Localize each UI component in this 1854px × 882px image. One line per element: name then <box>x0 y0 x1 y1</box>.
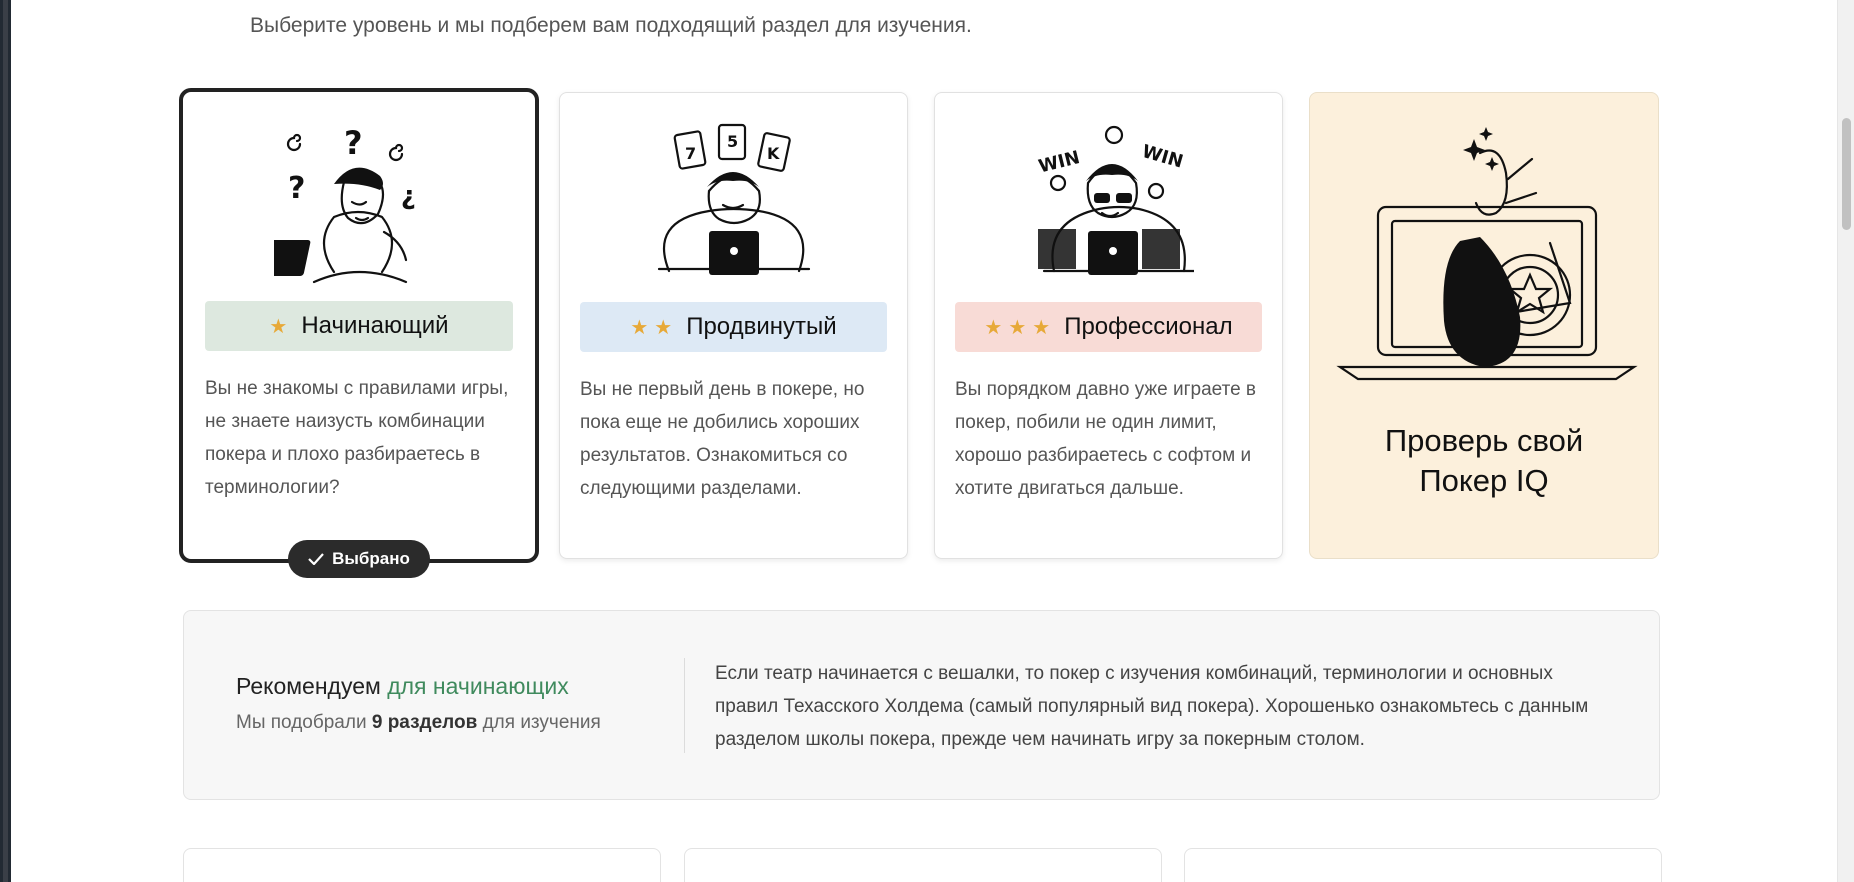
poker-iq-illustration <box>1336 127 1638 381</box>
star-icon: ★ <box>269 315 294 338</box>
level-description: Вы не знакомы с правилами игры, не знает… <box>205 378 509 498</box>
svg-text:K: K <box>767 144 780 163</box>
recommendation-sub-suffix: для изучения <box>482 712 601 733</box>
star-icon: ★★ <box>630 316 679 339</box>
page-subtitle: Выберите уровень и мы подберем вам подхо… <box>250 14 972 37</box>
recommendation-subtitle: Мы подобрали 9 разделов для изучения <box>236 712 601 734</box>
vertical-scrollbar[interactable] <box>1837 0 1854 882</box>
svg-text:WIN: WIN <box>1139 141 1185 173</box>
star-icon: ★★★ <box>984 316 1057 339</box>
poker-iq-title-line1: Проверь свой <box>1384 423 1584 458</box>
window-left-edge <box>0 0 11 882</box>
level-description: Вы порядком давно уже играете в покер, п… <box>955 379 1257 499</box>
recommendation-heading: Рекомендуем для начинающих <box>236 673 569 700</box>
divider <box>684 658 685 753</box>
winning-player-illustration: WIN WIN <box>1036 125 1194 275</box>
section-card[interactable] <box>1184 848 1662 882</box>
level-description: Вы не первый день в покере, но пока еще … <box>580 379 865 499</box>
level-card-advanced[interactable]: 7 5 K ★★ Продвинутый Вы не первый день в… <box>559 92 908 559</box>
recommendation-heading-prefix: Рекомендуем <box>236 673 381 699</box>
recommendation-sub-prefix: Мы подобрали <box>236 712 367 733</box>
section-card[interactable] <box>183 848 661 882</box>
level-pill-advanced: ★★ Продвинутый <box>580 302 887 352</box>
recommendation-heading-accent: для начинающих <box>387 673 569 699</box>
level-card-professional[interactable]: WIN WIN ★★★ Профессионал Вы порядком дав… <box>934 92 1283 559</box>
level-pill-professional: ★★★ Профессионал <box>955 302 1262 352</box>
level-pill-beginner: ★ Начинающий <box>205 301 513 351</box>
check-icon <box>308 553 324 565</box>
svg-text:?: ? <box>401 183 416 213</box>
scrollbar-thumb[interactable] <box>1842 118 1851 230</box>
poker-iq-title: Проверь свой Покер IQ <box>1310 421 1658 501</box>
svg-text:?: ? <box>288 171 305 206</box>
level-label: Начинающий <box>301 312 449 339</box>
level-label: Профессионал <box>1064 313 1233 340</box>
level-label: Продвинутый <box>686 313 837 340</box>
confused-player-illustration: ? ? ? <box>274 124 416 284</box>
poker-iq-card[interactable]: Проверь свой Покер IQ <box>1309 92 1659 559</box>
section-card[interactable] <box>684 848 1162 882</box>
selected-badge-label: Выбрано <box>332 549 410 568</box>
selected-badge: Выбрано <box>288 540 430 578</box>
recommendation-sections-count: 9 разделов <box>371 712 478 733</box>
cards-player-illustration: 7 5 K <box>657 123 810 275</box>
svg-text:7: 7 <box>685 144 696 163</box>
svg-text:?: ? <box>344 124 363 162</box>
recommendation-panel: Рекомендуем для начинающих Мы подобрали … <box>183 610 1660 800</box>
recommendation-text: Если театр начинается с вешалки, то поке… <box>715 663 1589 750</box>
svg-text:WIN: WIN <box>1036 147 1081 177</box>
level-card-beginner[interactable]: ? ? ? ★ Начинающий Вы не знакомы с прави… <box>179 88 539 563</box>
svg-text:5: 5 <box>727 132 738 151</box>
poker-iq-title-line2: Покер IQ <box>1419 463 1549 498</box>
